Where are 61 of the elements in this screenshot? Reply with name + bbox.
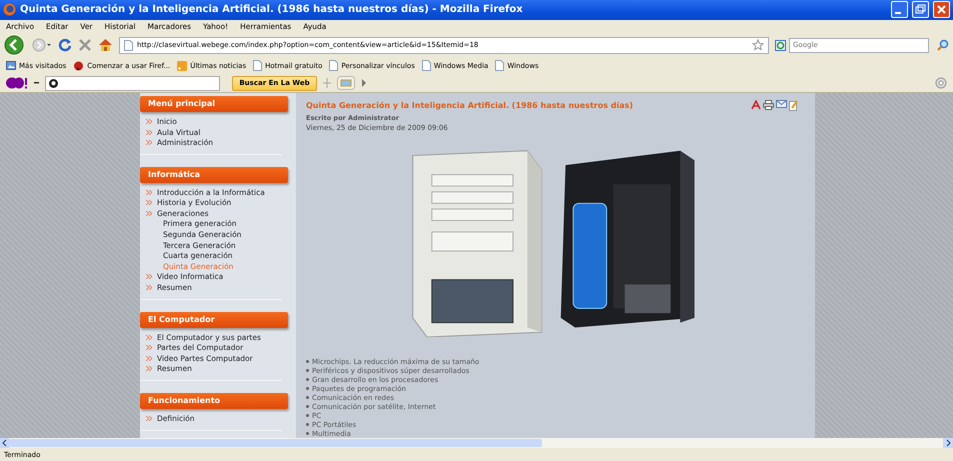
page-icon: [253, 60, 262, 72]
page-icon: [495, 60, 504, 72]
page-icon: [329, 60, 338, 72]
stop-button[interactable]: [78, 38, 92, 52]
bullet-icon: [306, 414, 309, 418]
chevron-icon: [146, 190, 152, 195]
page-icon: [124, 40, 133, 51]
print-icon[interactable]: [763, 100, 774, 110]
reload-button[interactable]: [58, 38, 72, 52]
section-header: Funcionamiento: [140, 393, 288, 410]
bullet-icon: [306, 432, 309, 436]
section-header: Menú principal: [140, 96, 288, 112]
minimize-button[interactable]: [891, 1, 908, 18]
forward-button[interactable]: [32, 37, 52, 54]
bullet-icon: [306, 396, 309, 400]
chevron-icon: [146, 200, 152, 206]
chevron-icon: [146, 118, 152, 124]
firefox-icon: [73, 60, 84, 71]
pdf-icon[interactable]: [751, 100, 761, 110]
star-icon[interactable]: [752, 39, 764, 52]
bullet-icon: [306, 405, 309, 408]
chevron-icon: [146, 334, 152, 340]
more-arrow-icon[interactable]: [361, 79, 367, 88]
bullet-icon: [306, 387, 309, 390]
bullet-icon: [306, 360, 309, 364]
scroll-left-button[interactable]: [0, 438, 10, 448]
chevron-icon: [146, 345, 152, 350]
scroll-right-button[interactable]: [943, 438, 953, 448]
chevron-icon: [146, 140, 152, 146]
edit-icon[interactable]: [789, 100, 798, 112]
chevron-icon: [146, 274, 152, 280]
dropdown-icon[interactable]: [34, 82, 39, 85]
home-button[interactable]: [98, 38, 113, 52]
section-header: Informática: [140, 166, 288, 183]
search-icon[interactable]: [937, 39, 949, 52]
restore-button[interactable]: [912, 1, 929, 18]
bullet-icon: [306, 423, 309, 426]
search-icon: [49, 78, 58, 88]
section-header: El Computador: [140, 312, 288, 328]
chevron-icon: [146, 416, 152, 422]
chevron-icon: [146, 356, 152, 361]
mail-button[interactable]: [337, 76, 355, 90]
bullet-icon: [306, 378, 309, 382]
close-button[interactable]: [933, 1, 950, 18]
settings-icon[interactable]: [935, 77, 947, 90]
yahoo-search-field[interactable]: [45, 76, 220, 91]
picture-folder-icon: [6, 61, 16, 70]
chevron-icon: [146, 210, 152, 216]
chevron-icon: [146, 130, 152, 135]
bullet-icon: [306, 369, 309, 372]
page-icon: [422, 60, 431, 72]
scrollbar-thumb[interactable]: [10, 439, 542, 448]
search-engine-icon[interactable]: [775, 40, 787, 51]
yahoo-logo-icon[interactable]: [6, 77, 28, 90]
email-icon[interactable]: [776, 100, 787, 108]
rss-feed-icon: [177, 60, 188, 71]
window-title: Quinta Generación y la Inteligencia Artificial. (1986 hasta nuestros días) - Mozilla Firefox: [20, 4, 524, 16]
back-button[interactable]: [4, 35, 26, 56]
chevron-icon: [146, 366, 152, 372]
chevron-icon: [146, 285, 152, 290]
firefox-logo-icon: [3, 3, 16, 16]
